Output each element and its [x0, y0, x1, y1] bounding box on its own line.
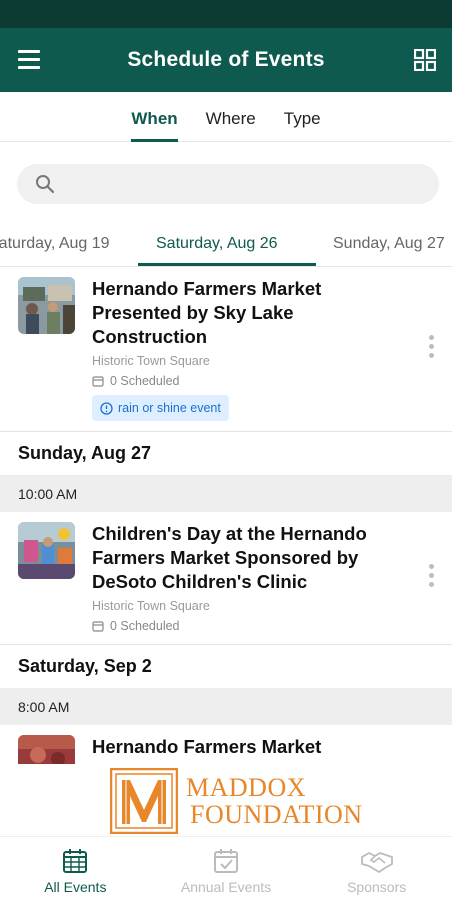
- event-title: Children's Day at the Hernando Farmers M…: [92, 523, 367, 592]
- time-header: 10:00 AM: [0, 476, 452, 512]
- grid-view-icon[interactable]: [414, 49, 436, 71]
- event-card[interactable]: Children's Day at the Hernando Farmers M…: [0, 512, 452, 645]
- calendar-small-icon: [92, 376, 104, 387]
- event-location: Historic Town Square: [92, 354, 210, 368]
- more-options-icon[interactable]: [424, 564, 438, 594]
- event-card[interactable]: Hernando Farmers Market Presented by Sky…: [0, 267, 452, 432]
- status-bar: [0, 0, 452, 28]
- search-input[interactable]: [67, 164, 427, 204]
- event-thumbnail: [18, 522, 75, 579]
- sponsor-name-line2: FOUNDATION: [190, 800, 363, 829]
- time-header: 8:00 AM: [0, 689, 452, 725]
- menu-icon[interactable]: [18, 50, 46, 70]
- sponsor-name: MADDOX FOUNDATION: [186, 774, 363, 828]
- filter-tabs: When Where Type: [0, 92, 452, 142]
- badge-label: rain or shine event: [118, 401, 221, 415]
- day-header: Sunday, Aug 27: [0, 432, 452, 476]
- search-bar[interactable]: [17, 164, 439, 204]
- tab-when[interactable]: When: [131, 92, 178, 142]
- event-thumbnail: [18, 277, 75, 334]
- bottom-nav: All Events Annual Events Sponsors: [0, 836, 452, 900]
- info-icon: [100, 401, 113, 415]
- search-icon: [36, 175, 55, 194]
- page-title: Schedule of Events: [127, 48, 325, 71]
- app-bar: Schedule of Events: [0, 28, 452, 92]
- calendar-check-icon: [214, 849, 238, 873]
- sponsor-logo: [110, 768, 178, 834]
- nav-all-events[interactable]: All Events: [0, 837, 151, 900]
- scheduled-count: 0 Scheduled: [110, 374, 180, 388]
- more-options-icon[interactable]: [424, 335, 438, 365]
- event-location: Historic Town Square: [92, 599, 210, 613]
- tab-where[interactable]: Where: [206, 92, 256, 142]
- nav-sponsors[interactable]: Sponsors: [301, 837, 452, 900]
- event-title: Hernando Farmers Market Presented by Sky…: [92, 278, 322, 347]
- event-title: Hernando Farmers Market: [92, 736, 322, 757]
- active-tab-indicator: [138, 263, 316, 266]
- calendar-icon: [63, 849, 88, 873]
- nav-label: Annual Events: [180, 879, 272, 895]
- date-tabs: Saturday, Aug 19 Saturday, Aug 26 Sunday…: [0, 222, 452, 267]
- sponsor-banner[interactable]: MADDOX FOUNDATION: [0, 764, 452, 836]
- event-scheduled: 0 Scheduled: [92, 619, 180, 633]
- calendar-small-icon: [92, 621, 104, 632]
- date-tab-aug-26[interactable]: Saturday, Aug 26: [156, 235, 278, 253]
- status-badge: rain or shine event: [92, 395, 229, 421]
- scheduled-count: 0 Scheduled: [110, 619, 180, 633]
- nav-label: Sponsors: [347, 879, 407, 895]
- handshake-icon: [360, 852, 393, 873]
- date-tab-aug-19[interactable]: Saturday, Aug 19: [0, 235, 110, 253]
- nav-label: All Events: [44, 879, 107, 895]
- tab-type[interactable]: Type: [284, 92, 321, 142]
- nav-annual-events[interactable]: Annual Events: [151, 837, 302, 900]
- date-tab-aug-27[interactable]: Sunday, Aug 27: [333, 235, 445, 253]
- sponsor-name-line1: MADDOX: [186, 773, 306, 802]
- day-header: Saturday, Sep 2: [0, 645, 452, 689]
- event-scheduled: 0 Scheduled: [92, 374, 180, 388]
